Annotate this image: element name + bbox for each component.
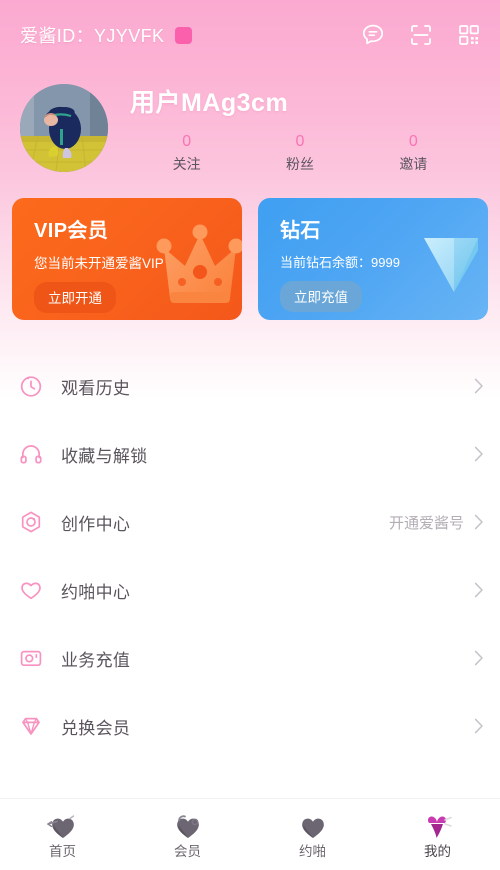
scan-icon[interactable] [408, 22, 434, 48]
menu-item-watch-history[interactable]: 观看历史 [18, 352, 484, 420]
menu-item-trailing [464, 718, 484, 734]
promo-cards: VIP会员 您当前未开通爱酱VIP 立即开通 钻石 当前钻石余额：9999 立即… [0, 172, 500, 321]
menu-item-label: 兑换会员 [61, 718, 131, 738]
chevron-right-icon [474, 446, 484, 462]
profile-section: 用户MAg3cm 0 关注 0 粉丝 0 邀请 [0, 70, 500, 172]
menu-item-redeem-membership[interactable]: 兑换会员 [18, 692, 484, 760]
stat-fans[interactable]: 0 粉丝 [243, 132, 356, 173]
chevron-right-icon [474, 718, 484, 734]
menu-item-business-recharge[interactable]: 业务充值 [18, 624, 484, 692]
menu-list: 观看历史 收藏与解锁 创作中心 开通爱酱号 约啪中心 业务充值 兑换会员 [0, 352, 500, 760]
menu-item-extra: 开通爱酱号 [388, 514, 464, 532]
heart-plain-icon [296, 810, 330, 842]
tab-label: 约啪 [299, 844, 326, 860]
diamond-card[interactable]: 钻石 当前钻石余额：9999 立即充值 [258, 198, 488, 321]
menu-item-trailing [464, 446, 484, 462]
heart-icon [18, 577, 44, 603]
tab-home[interactable]: 首页 [0, 799, 125, 870]
copy-id-button[interactable] [175, 26, 193, 44]
avatar[interactable] [20, 84, 108, 172]
bottom-tab-bar: 首页 会员 约啪 我的 [0, 798, 500, 870]
header-bar: 爱酱ID：YJYVFK [0, 0, 500, 70]
username-label: 用户MAg3cm [130, 89, 289, 117]
diamond-recharge-button[interactable]: 立即充值 [280, 281, 362, 313]
menu-item-trailing [464, 378, 484, 394]
heart-pink-icon [421, 810, 455, 842]
menu-item-favorites-unlock[interactable]: 收藏与解锁 [18, 420, 484, 488]
menu-item-creation-center[interactable]: 创作中心 开通爱酱号 [18, 488, 484, 556]
menu-item-label: 收藏与解锁 [61, 446, 148, 466]
qrcode-icon[interactable] [456, 22, 482, 48]
tab-label: 我的 [424, 844, 451, 860]
tab-label: 首页 [49, 844, 76, 860]
heart-arrow-icon [46, 810, 80, 842]
tab-dating[interactable]: 约啪 [250, 799, 375, 870]
user-id-label: 爱酱ID：YJYVFK [20, 26, 165, 46]
diamond-card-subtitle: 当前钻石余额：9999 [280, 255, 400, 271]
camera-hex-icon [18, 509, 44, 535]
vip-card-title: VIP会员 [34, 220, 109, 243]
menu-item-label: 创作中心 [61, 514, 131, 534]
chevron-right-icon [474, 378, 484, 394]
vip-card-subtitle: 您当前未开通爱酱VIP [34, 256, 164, 272]
menu-item-label: 观看历史 [61, 378, 131, 398]
diamond-icon [18, 713, 44, 739]
menu-item-trailing [464, 650, 484, 666]
message-icon[interactable] [360, 22, 386, 48]
tab-member[interactable]: 会员 [125, 799, 250, 870]
stat-following[interactable]: 0 关注 [130, 132, 243, 173]
clock-icon [18, 373, 44, 399]
menu-item-dating-center[interactable]: 约啪中心 [18, 556, 484, 624]
tab-label: 会员 [174, 844, 201, 860]
menu-item-trailing [464, 582, 484, 598]
card-camera-icon [18, 645, 44, 671]
stats-row: 0 关注 0 粉丝 0 邀请 [130, 132, 480, 173]
tab-mine[interactable]: 我的 [375, 799, 500, 870]
chevron-right-icon [474, 514, 484, 530]
menu-item-trailing: 开通爱酱号 [389, 512, 484, 533]
app-screen: 爱酱ID：YJYVFK 用户MAg3cm 0 关注 0 粉丝 0 邀请 VIP会… [0, 0, 500, 870]
stat-label: 粉丝 [285, 155, 314, 172]
stat-value: 0 [408, 132, 418, 150]
chevron-right-icon [474, 650, 484, 666]
headphone-icon [18, 441, 44, 467]
chevron-right-icon [474, 582, 484, 598]
user-id-block[interactable]: 爱酱ID：YJYVFK [20, 22, 193, 48]
stat-label: 关注 [172, 155, 201, 172]
vip-card[interactable]: VIP会员 您当前未开通爱酱VIP 立即开通 [12, 198, 242, 321]
profile-info: 用户MAg3cm 0 关注 0 粉丝 0 邀请 [108, 84, 480, 172]
stat-value: 0 [295, 132, 305, 150]
stat-value: 0 [182, 132, 192, 150]
menu-item-label: 约啪中心 [61, 582, 131, 602]
stat-label: 邀请 [399, 155, 428, 172]
stat-invite[interactable]: 0 邀请 [357, 132, 470, 173]
vip-activate-button[interactable]: 立即开通 [34, 282, 116, 314]
diamond-card-title: 钻石 [280, 220, 321, 243]
header-icon-group [360, 22, 482, 48]
heart-lock-icon [171, 810, 205, 842]
menu-item-label: 业务充值 [61, 650, 131, 670]
